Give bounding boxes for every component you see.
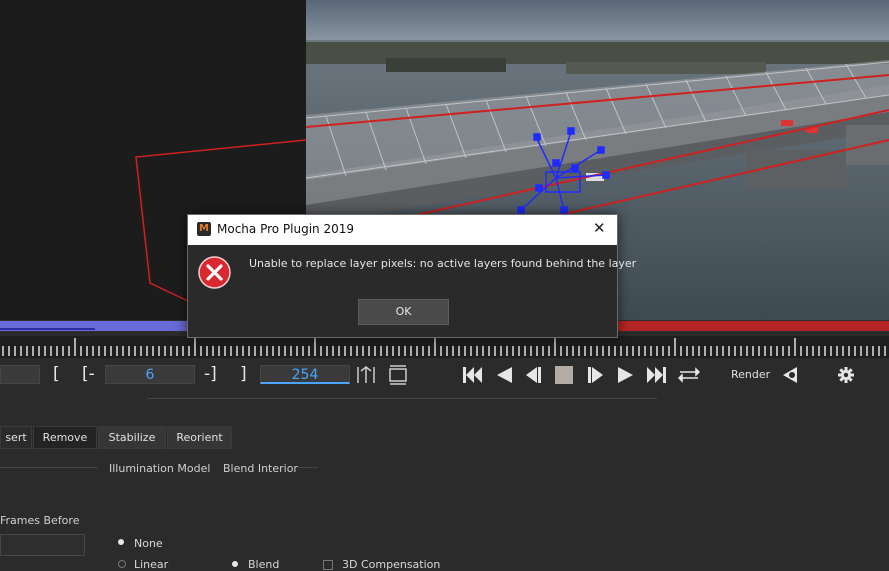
dialog-title: Mocha Pro Plugin 2019: [217, 222, 355, 236]
step-backward-icon[interactable]: [522, 364, 544, 386]
frames-before-label: Frames Before: [0, 514, 80, 527]
dialog-titlebar[interactable]: M Mocha Pro Plugin 2019 ✕: [188, 215, 617, 245]
zoom-range-icon[interactable]: [387, 364, 409, 386]
section-blend-interior: Blend Interior: [223, 462, 298, 475]
radio-linear[interactable]: [118, 560, 126, 568]
ok-button[interactable]: OK: [358, 299, 449, 325]
set-in-point-button[interactable]: [-: [82, 364, 95, 384]
last-frame-icon[interactable]: [646, 364, 668, 386]
radio-none-label: None: [134, 537, 163, 550]
go-to-start-bracket[interactable]: [: [53, 364, 60, 384]
set-out-point-button[interactable]: -]: [204, 364, 217, 384]
mocha-app-icon: M: [197, 222, 211, 236]
radio-blend[interactable]: [232, 561, 238, 567]
section-rule: [298, 467, 318, 468]
frame-ruler[interactable]: [0, 336, 889, 358]
settings-gear-icon[interactable]: [835, 364, 857, 386]
tab-reorient[interactable]: Reorient: [167, 426, 232, 449]
frame-field-partial[interactable]: [0, 365, 40, 384]
play-forward-icon[interactable]: [615, 364, 637, 386]
section-illumination-model: Illumination Model: [109, 462, 211, 475]
step-forward-icon[interactable]: [585, 364, 607, 386]
tab-insert[interactable]: sert: [0, 426, 32, 449]
divider: [147, 398, 657, 399]
frames-before-field[interactable]: [0, 534, 85, 556]
first-frame-icon[interactable]: [461, 364, 483, 386]
timeline-range-red: [618, 321, 889, 331]
tab-remove[interactable]: Remove: [33, 426, 97, 449]
play-backward-icon[interactable]: [493, 364, 515, 386]
radio-none[interactable]: [118, 539, 124, 545]
render-icon[interactable]: [779, 364, 801, 386]
timeline-playhead-range: [0, 328, 95, 330]
out-point-field[interactable]: 254: [260, 365, 350, 384]
dialog-message: Unable to replace layer pixels: no activ…: [249, 257, 637, 270]
close-icon[interactable]: ✕: [593, 219, 606, 237]
render-label: Render: [731, 368, 771, 381]
error-icon: [198, 256, 231, 289]
go-to-end-bracket[interactable]: ]: [240, 364, 247, 384]
error-dialog: M Mocha Pro Plugin 2019 ✕ Unable to repl…: [187, 214, 636, 338]
fit-range-icon[interactable]: [355, 364, 377, 386]
section-rule: [0, 467, 98, 468]
checkbox-3d[interactable]: [323, 560, 333, 570]
in-point-field[interactable]: 6: [105, 365, 195, 384]
stop-icon[interactable]: [553, 364, 575, 386]
loop-mode-icon[interactable]: [678, 364, 700, 386]
tab-stabilize[interactable]: Stabilize: [98, 426, 166, 449]
